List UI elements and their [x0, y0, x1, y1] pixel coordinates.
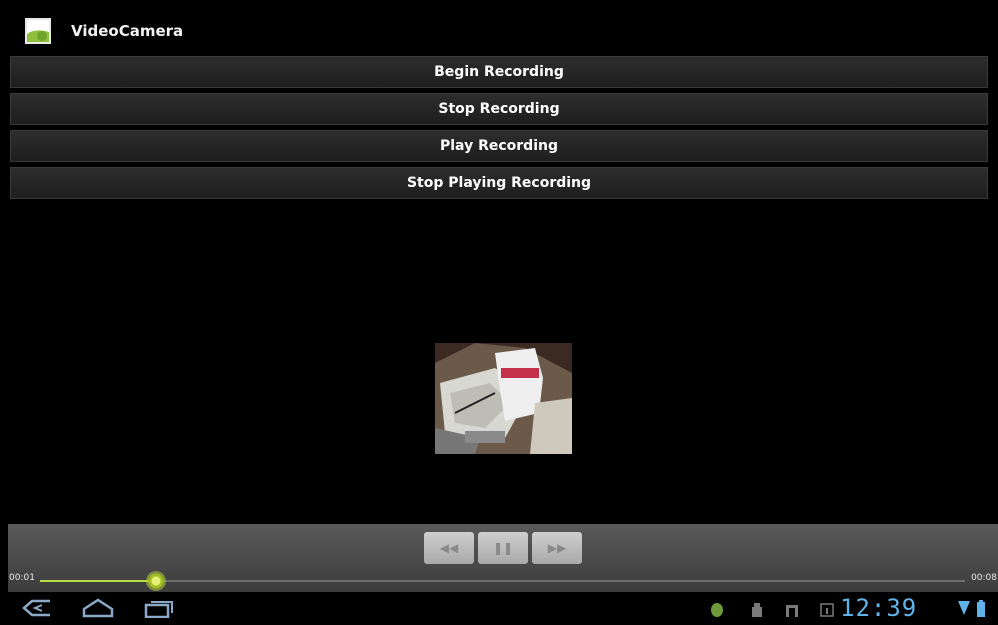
wifi-icon [958, 601, 970, 621]
app-icon [25, 18, 51, 44]
clock[interactable]: 12:39 [840, 594, 917, 622]
usb-icon [750, 602, 764, 622]
begin-recording-button[interactable]: Begin Recording [10, 56, 988, 88]
duration-time: 00:08 [971, 573, 997, 583]
seek-thumb[interactable] [145, 571, 166, 591]
back-icon[interactable] [22, 598, 52, 622]
android-debug-icon [710, 602, 724, 622]
pause-button[interactable]: ❚❚ [478, 532, 528, 564]
notification-icon [785, 602, 799, 622]
stop-playing-recording-button[interactable]: Stop Playing Recording [10, 167, 988, 199]
app-title: VideoCamera [71, 22, 184, 40]
calendar-icon [820, 602, 834, 622]
rewind-button[interactable]: ◀◀ [424, 532, 474, 564]
action-bar: VideoCamera [10, 8, 988, 54]
seek-bar[interactable] [40, 580, 965, 582]
pause-icon: ❚❚ [492, 541, 514, 555]
battery-icon [976, 600, 986, 622]
screen: VideoCamera Begin Recording Stop Recordi… [0, 0, 998, 625]
rewind-icon: ◀◀ [439, 541, 459, 555]
recent-apps-icon[interactable] [144, 598, 174, 622]
play-recording-button[interactable]: Play Recording [10, 130, 988, 162]
seek-bar-progress [40, 580, 156, 582]
video-frame-image [435, 343, 572, 454]
fast-forward-icon: ▶▶ [547, 541, 567, 555]
video-preview[interactable] [435, 343, 572, 454]
fast-forward-button[interactable]: ▶▶ [532, 532, 582, 564]
elapsed-time: 00:01 [9, 573, 35, 583]
media-controller: ◀◀ ❚❚ ▶▶ 00:01 00:08 [8, 524, 998, 592]
system-bar: 12:39 [0, 592, 998, 625]
stop-recording-button[interactable]: Stop Recording [10, 93, 988, 125]
home-icon[interactable] [82, 598, 114, 622]
